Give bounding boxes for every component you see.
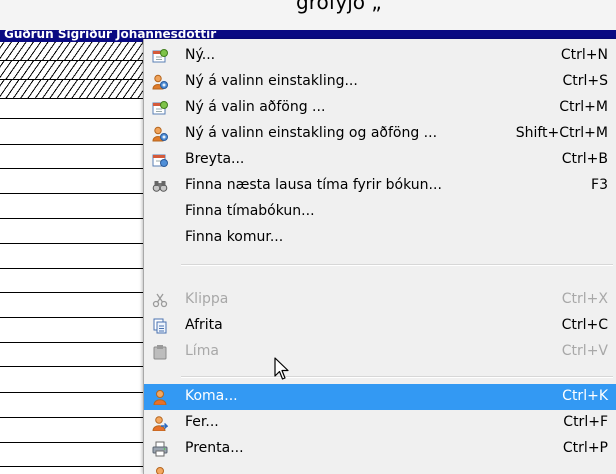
menu-item-shortcut: Ctrl+K	[562, 388, 608, 404]
menu-item-cut[interactable]: Klippa Ctrl+X	[144, 287, 616, 313]
menu-item-shortcut: Ctrl+M	[559, 99, 608, 115]
time-slot-divider	[0, 193, 152, 194]
menu-item-leave[interactable]: Fer... Ctrl+F	[144, 410, 616, 436]
menu-item-find-arrivals[interactable]: Finna komur...	[144, 225, 616, 251]
calendar-edit-icon	[152, 154, 168, 167]
menu-item-shortcut: Shift+Ctrl+M	[515, 125, 608, 141]
calendar-new-icon	[152, 101, 168, 115]
time-slot-divider	[0, 144, 152, 145]
window-caption: grófýjó „	[296, 0, 382, 14]
menu-item-label: Fer...	[185, 414, 219, 430]
busy-time-slot[interactable]	[0, 42, 152, 61]
menu-item-partial[interactable]	[144, 462, 616, 474]
busy-time-slot[interactable]	[0, 80, 152, 99]
time-slot-divider	[0, 292, 152, 293]
person-new-icon	[152, 126, 168, 142]
context-menu: Ný... Ctrl+N Ný á valinn einstakling... …	[143, 39, 616, 474]
busy-time-slot[interactable]	[0, 61, 152, 80]
copy-icon	[153, 318, 167, 334]
menu-item-arrive[interactable]: Koma... Ctrl+K	[144, 384, 616, 410]
person-arrive-icon	[153, 390, 167, 405]
time-slot-divider	[0, 268, 152, 269]
menu-item-shortcut: Ctrl+P	[562, 440, 608, 456]
menu-item-copy[interactable]: Afrita Ctrl+C	[144, 313, 616, 339]
time-slot-divider	[0, 366, 152, 367]
menu-item-shortcut: Ctrl+S	[562, 73, 608, 89]
time-slot-divider	[0, 118, 152, 119]
time-slot-divider	[0, 218, 152, 219]
menu-item-label: Breyta...	[185, 151, 245, 167]
menu-item-edit[interactable]: Breyta... Ctrl+B	[144, 147, 616, 173]
person-new-icon	[152, 74, 168, 90]
menu-item-shortcut: Ctrl+C	[561, 317, 608, 333]
menu-item-label: Ný á valinn einstakling...	[185, 73, 358, 89]
time-slot-divider	[0, 466, 152, 467]
menu-item-new-for-person-and-resources[interactable]: Ný á valinn einstakling og aðföng ... Sh…	[144, 121, 616, 147]
menu-item-label: Afrita	[185, 317, 223, 333]
menu-item-label: Finna næsta lausa tíma fyrir bókun...	[185, 177, 442, 193]
menu-item-label: Koma...	[185, 388, 238, 404]
menu-item-label: Finna komur...	[185, 229, 284, 245]
menu-item-label: Finna tímabókun...	[185, 203, 315, 219]
menu-item-label: Ný á valin aðföng ...	[185, 99, 326, 115]
time-slot-divider	[0, 342, 152, 343]
printer-icon	[152, 441, 168, 457]
time-slot-divider	[0, 317, 152, 318]
menu-item-print[interactable]: Prenta... Ctrl+P	[144, 436, 616, 462]
time-slot-divider	[0, 392, 152, 393]
time-slot-divider	[0, 168, 152, 169]
menu-item-find-next-free-time[interactable]: Finna næsta lausa tíma fyrir bókun... F3	[144, 173, 616, 199]
menu-item-shortcut: Ctrl+F	[563, 414, 608, 430]
menu-separator	[181, 264, 613, 266]
menu-item-label: Prenta...	[185, 440, 244, 456]
time-slot-divider	[0, 442, 152, 443]
menu-separator	[181, 376, 613, 378]
menu-item-label: Líma	[185, 343, 219, 359]
paste-icon	[153, 345, 167, 360]
menu-item-shortcut: Ctrl+B	[561, 151, 608, 167]
menu-item-label: Ný...	[185, 47, 216, 63]
menu-item-find-booking[interactable]: Finna tímabókun...	[144, 199, 616, 225]
person-icon	[156, 467, 164, 474]
menu-item-label: Klippa	[185, 291, 229, 307]
scissors-icon	[152, 293, 168, 308]
menu-item-shortcut: Ctrl+N	[560, 47, 608, 63]
time-slot-divider	[0, 243, 152, 244]
menu-item-new-for-person[interactable]: Ný á valinn einstakling... Ctrl+S	[144, 69, 616, 95]
mouse-pointer-icon	[274, 357, 289, 380]
menu-item-new-for-resources[interactable]: Ný á valin aðföng ... Ctrl+M	[144, 95, 616, 121]
menu-item-paste[interactable]: Líma Ctrl+V	[144, 339, 616, 365]
menu-item-new[interactable]: Ný... Ctrl+N	[144, 43, 616, 69]
menu-item-label: Ný á valinn einstakling og aðföng ...	[185, 125, 438, 141]
menu-item-shortcut: Ctrl+V	[561, 343, 608, 359]
person-leave-icon	[152, 416, 168, 431]
menu-item-shortcut: Ctrl+X	[561, 291, 608, 307]
time-slot-divider	[0, 417, 152, 418]
window-title-strip: grófýjó „	[0, 0, 616, 30]
binoculars-icon	[152, 181, 168, 192]
menu-item-shortcut: F3	[591, 177, 608, 193]
calendar-new-icon	[152, 49, 168, 63]
